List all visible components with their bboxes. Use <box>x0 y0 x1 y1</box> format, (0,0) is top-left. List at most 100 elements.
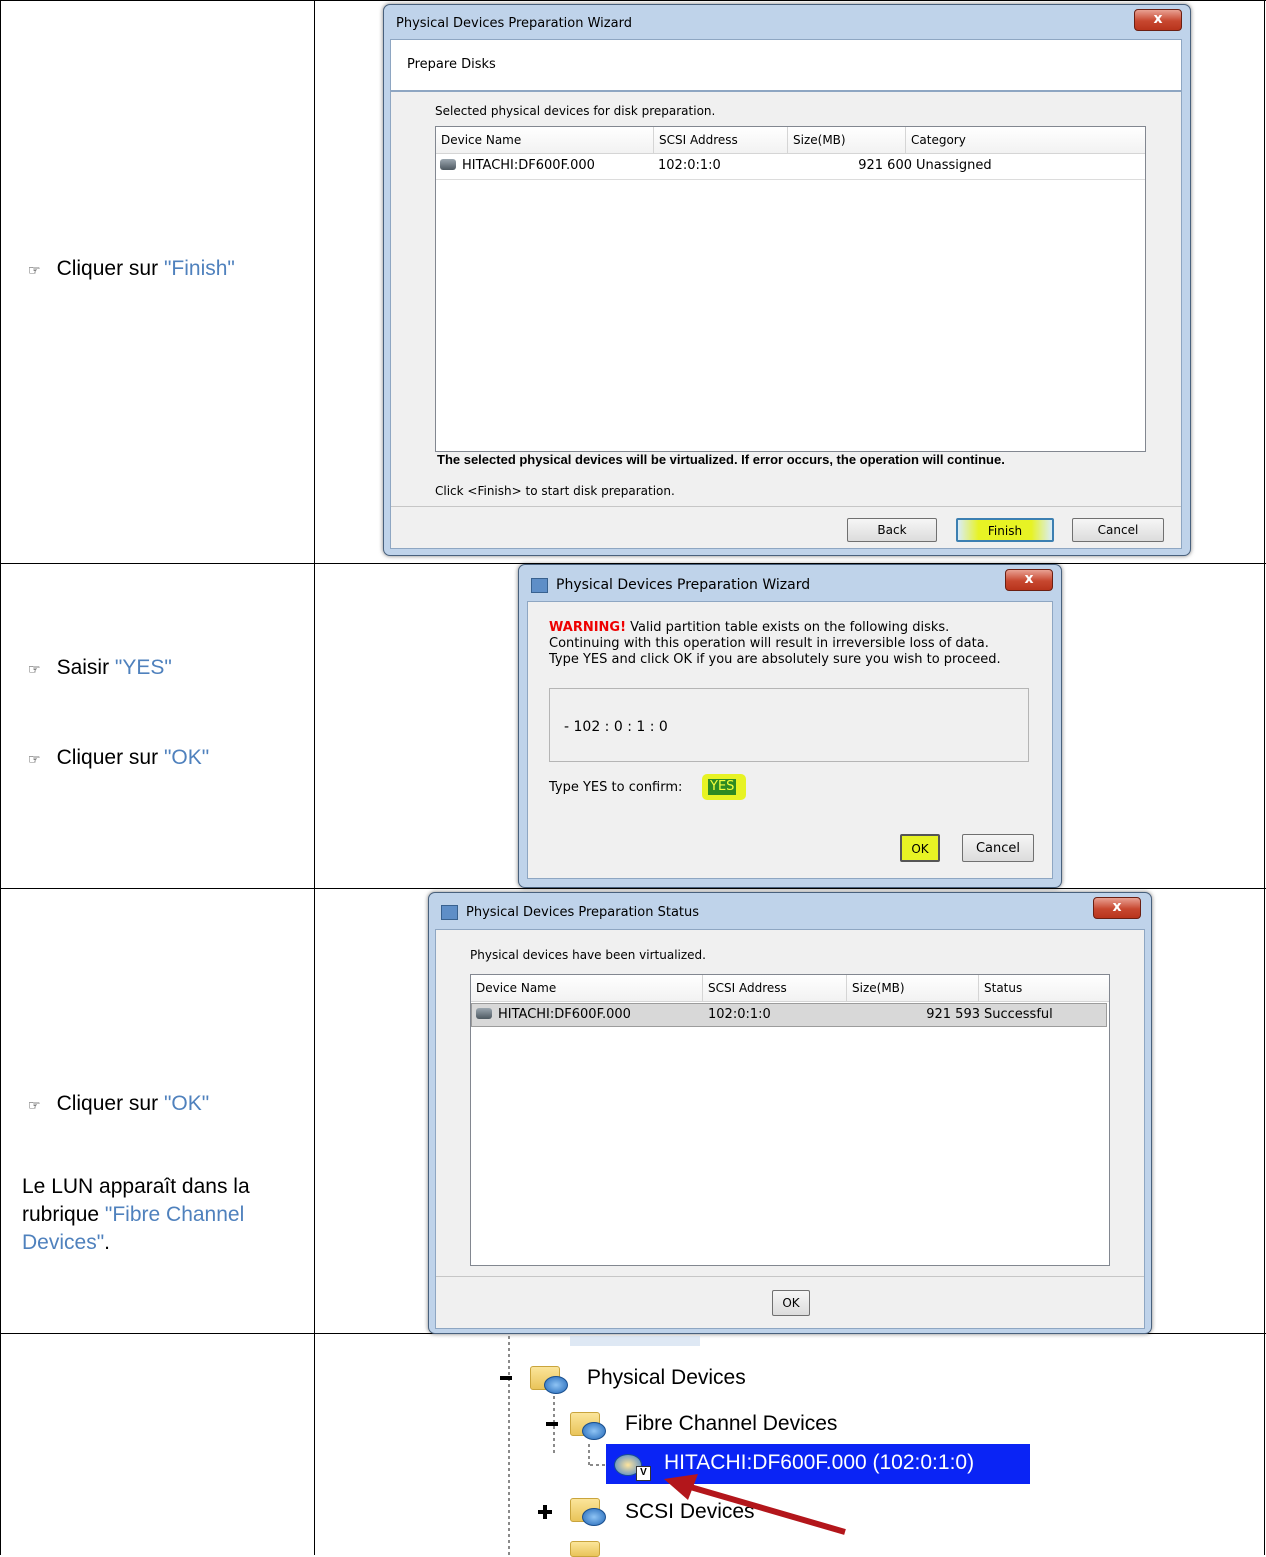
hard-disk-icon <box>440 159 456 170</box>
instruction-text: Cliquer sur <box>56 257 164 280</box>
dialog-title-bar: Physical Devices Preparation Wizard <box>531 577 810 593</box>
warning-line: Type YES and click OK if you are absolut… <box>549 652 1001 667</box>
disk-badge-icon <box>544 1376 568 1394</box>
fibre-channel-icon <box>570 1408 610 1440</box>
window-title: Physical Devices Preparation Status <box>466 905 700 920</box>
warning-text: WARNING! Valid partition table exists on… <box>549 620 1001 668</box>
grid-line <box>0 0 1 1555</box>
wizard-body: Selected physical devices for disk prepa… <box>390 91 1182 549</box>
window-title: Physical Devices Preparation Wizard <box>396 16 632 31</box>
tree-guide-line <box>590 1464 606 1466</box>
description-suffix: . <box>104 1231 110 1254</box>
expand-icon[interactable] <box>538 1505 552 1519</box>
column-header[interactable]: Size(MB) <box>788 127 906 153</box>
status-table: Device Name SCSI Address Size(MB) Status… <box>470 974 1110 1266</box>
grid-line <box>314 0 315 1555</box>
tree-guide-line <box>588 1444 590 1466</box>
finish-hint: Click <Finish> to start disk preparation… <box>435 484 675 498</box>
status-window: Physical Devices Preparation Status x Ph… <box>428 892 1152 1334</box>
cancel-button[interactable]: Cancel <box>1072 518 1164 542</box>
instruction-quote: "OK" <box>163 1092 210 1115</box>
close-button[interactable]: x <box>1093 897 1141 919</box>
status-message: Physical devices have been virtualized. <box>470 948 706 962</box>
confirm-label: Type YES to confirm: <box>549 780 683 795</box>
confirm-dialog: Physical Devices Preparation Wizard x WA… <box>518 564 1062 888</box>
instruction-quote: "Finish" <box>163 257 235 280</box>
instruction-click-ok: ☞ Cliquer sur "OK" <box>28 1092 209 1116</box>
arrow-shaft <box>679 1481 846 1535</box>
hand-pointer-icon: ☞ <box>28 662 41 678</box>
warning-line: Valid partition table exists on the foll… <box>626 620 950 635</box>
instruction-quote: "OK" <box>163 746 210 769</box>
device-name: HITACHI:DF600F.000 <box>498 1007 631 1022</box>
instruction-text: Saisir <box>56 656 115 679</box>
back-button[interactable]: Back <box>847 518 937 542</box>
arrow-head <box>664 1474 698 1500</box>
wizard-intro: Selected physical devices for disk prepa… <box>435 104 716 118</box>
cancel-button[interactable]: Cancel <box>962 834 1034 862</box>
status-body: Physical devices have been virtualized. … <box>435 929 1145 1329</box>
size-cell: 921 600 <box>858 158 912 173</box>
hand-pointer-icon: ☞ <box>28 1098 41 1114</box>
table-header: Device Name SCSI Address Size(MB) Catego… <box>436 127 1145 154</box>
result-description: Le LUN apparaît dans la rubrique "Fibre … <box>22 1173 298 1257</box>
device-name: HITACHI:DF600F.000 <box>462 158 595 173</box>
close-button[interactable]: x <box>1005 569 1053 591</box>
dialog-body: WARNING! Valid partition table exists on… <box>527 601 1053 879</box>
instruction-quote: "YES" <box>114 656 172 679</box>
grid-line <box>1264 0 1265 1555</box>
disk-list: - 102 : 0 : 1 : 0 <box>549 688 1029 762</box>
instruction-finish: ☞ Cliquer sur "Finish" <box>28 257 235 281</box>
tree-guide-line <box>508 1336 510 1555</box>
window-title-bar: Physical Devices Preparation Status <box>441 905 699 920</box>
column-header[interactable]: Size(MB) <box>847 975 979 1001</box>
wizard-header: Prepare Disks <box>390 39 1182 91</box>
ok-button[interactable]: OK <box>900 834 940 862</box>
wizard-window: Physical Devices Preparation Wizard x Pr… <box>383 4 1191 556</box>
disk-item: - 102 : 0 : 1 : 0 <box>564 719 668 735</box>
clipped-item <box>570 1336 700 1346</box>
column-header[interactable]: Device Name <box>436 127 654 153</box>
hard-disk-icon <box>476 1008 492 1019</box>
warning-line: Continuing with this operation will resu… <box>549 636 989 651</box>
dialog-title: Physical Devices Preparation Wizard <box>556 577 811 593</box>
column-header[interactable]: Status <box>979 975 1109 1001</box>
app-icon <box>531 577 548 593</box>
hand-pointer-icon: ☞ <box>28 752 41 768</box>
table-row[interactable]: HITACHI:DF600F.000 102:0:1:0 921 593 Suc… <box>471 1003 1107 1027</box>
instruction-text: Cliquer sur <box>56 1092 164 1115</box>
ok-button[interactable]: OK <box>772 1290 810 1316</box>
collapse-icon[interactable] <box>500 1376 512 1380</box>
confirm-input[interactable]: YES <box>708 779 737 795</box>
virtualize-warning: The selected physical devices will be vi… <box>437 452 1005 467</box>
category-cell: Unassigned <box>916 158 992 173</box>
table-header: Device Name SCSI Address Size(MB) Status <box>471 975 1109 1002</box>
collapse-icon[interactable] <box>546 1422 558 1426</box>
pointer-arrow <box>664 1474 846 1535</box>
size-cell: 921 593 <box>926 1007 980 1022</box>
column-header[interactable]: Device Name <box>471 975 703 1001</box>
table-row[interactable]: HITACHI:DF600F.000 102:0:1:0 921 600 Una… <box>436 155 1145 180</box>
column-header[interactable]: SCSI Address <box>654 127 788 153</box>
column-header[interactable]: SCSI Address <box>703 975 847 1001</box>
column-header[interactable]: Category <box>906 127 1145 153</box>
devices-table: Device Name SCSI Address Size(MB) Catego… <box>435 126 1146 452</box>
disk-badge-icon <box>582 1508 606 1526</box>
finish-button[interactable]: Finish <box>956 518 1054 542</box>
device-cell: HITACHI:DF600F.000 <box>476 1004 631 1026</box>
yes-highlight: YES <box>702 774 746 800</box>
wizard-header-title: Prepare Disks <box>407 57 496 72</box>
tree-item-fibre-channel-devices[interactable]: Fibre Channel Devices <box>625 1412 837 1436</box>
device-cell: HITACHI:DF600F.000 <box>440 155 595 177</box>
divider <box>436 1276 1144 1277</box>
app-icon <box>441 905 458 920</box>
hand-pointer-icon: ☞ <box>28 263 41 279</box>
instruction-text: Cliquer sur <box>56 746 164 769</box>
tree-item-physical-devices[interactable]: Physical Devices <box>587 1366 746 1390</box>
tree-guide-line <box>553 1396 555 1456</box>
scsi-cell: 102:0:1:0 <box>658 158 721 173</box>
scsi-cell: 102:0:1:0 <box>708 1007 771 1022</box>
warning-label: WARNING! <box>549 620 627 635</box>
close-button[interactable]: x <box>1134 9 1182 31</box>
grid-line <box>0 888 1266 889</box>
